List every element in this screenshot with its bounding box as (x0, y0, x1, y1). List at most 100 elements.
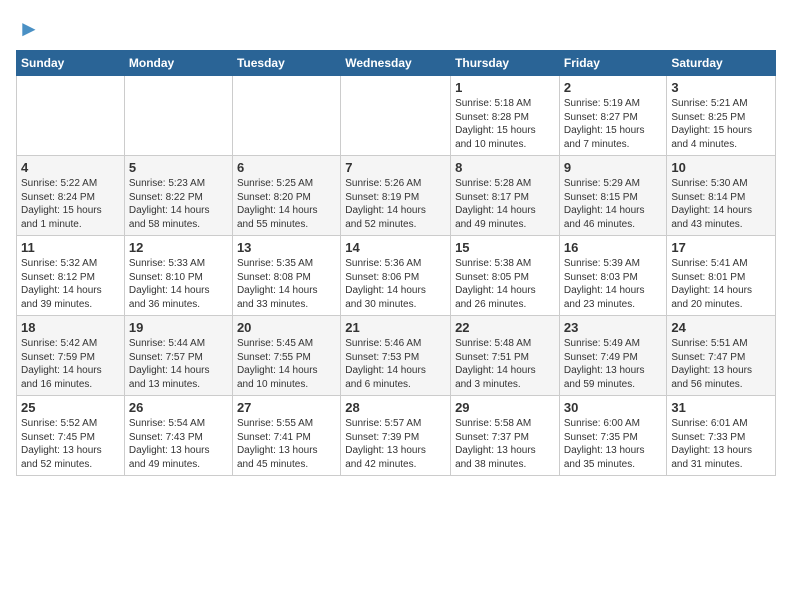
day-number: 14 (345, 240, 446, 255)
page-header: ► (16, 16, 776, 42)
day-number: 27 (237, 400, 336, 415)
day-number: 30 (564, 400, 663, 415)
day-number: 8 (455, 160, 555, 175)
day-info: Sunrise: 5:44 AM Sunset: 7:57 PM Dayligh… (129, 337, 228, 391)
day-info: Sunrise: 5:42 AM Sunset: 7:59 PM Dayligh… (21, 337, 120, 391)
day-cell: 2 Sunrise: 5:19 AM Sunset: 8:27 PM Daylig… (559, 76, 667, 156)
day-info: Sunrise: 5:19 AM Sunset: 8:27 PM Dayligh… (564, 97, 663, 151)
day-number: 15 (455, 240, 555, 255)
day-info: Sunrise: 5:39 AM Sunset: 8:03 PM Dayligh… (564, 257, 663, 311)
day-info: Sunrise: 5:36 AM Sunset: 8:06 PM Dayligh… (345, 257, 446, 311)
logo-arrow-icon: ► (18, 16, 40, 42)
day-info: Sunrise: 5:48 AM Sunset: 7:51 PM Dayligh… (455, 337, 555, 391)
day-info: Sunrise: 5:41 AM Sunset: 8:01 PM Dayligh… (671, 257, 771, 311)
day-cell: 28 Sunrise: 5:57 AM Sunset: 7:39 PM Dayli… (341, 396, 451, 476)
calendar-table: SundayMondayTuesdayWednesdayThursdayFrid… (16, 50, 776, 476)
day-cell: 18 Sunrise: 5:42 AM Sunset: 7:59 PM Dayli… (17, 316, 125, 396)
day-info: Sunrise: 5:33 AM Sunset: 8:10 PM Dayligh… (129, 257, 228, 311)
day-cell: 8 Sunrise: 5:28 AM Sunset: 8:17 PM Daylig… (451, 156, 560, 236)
day-cell: 25 Sunrise: 5:52 AM Sunset: 7:45 PM Dayli… (17, 396, 125, 476)
day-info: Sunrise: 6:00 AM Sunset: 7:35 PM Dayligh… (564, 417, 663, 471)
weekday-header-wednesday: Wednesday (341, 51, 451, 76)
day-number: 12 (129, 240, 228, 255)
day-number: 29 (455, 400, 555, 415)
weekday-header-saturday: Saturday (667, 51, 776, 76)
day-info: Sunrise: 6:01 AM Sunset: 7:33 PM Dayligh… (671, 417, 771, 471)
weekday-header-tuesday: Tuesday (232, 51, 340, 76)
day-info: Sunrise: 5:57 AM Sunset: 7:39 PM Dayligh… (345, 417, 446, 471)
day-number: 18 (21, 320, 120, 335)
day-info: Sunrise: 5:29 AM Sunset: 8:15 PM Dayligh… (564, 177, 663, 231)
day-info: Sunrise: 5:21 AM Sunset: 8:25 PM Dayligh… (671, 97, 771, 151)
day-info: Sunrise: 5:58 AM Sunset: 7:37 PM Dayligh… (455, 417, 555, 471)
day-number: 17 (671, 240, 771, 255)
day-number: 22 (455, 320, 555, 335)
day-cell: 3 Sunrise: 5:21 AM Sunset: 8:25 PM Daylig… (667, 76, 776, 156)
day-cell: 13 Sunrise: 5:35 AM Sunset: 8:08 PM Dayli… (232, 236, 340, 316)
day-cell: 23 Sunrise: 5:49 AM Sunset: 7:49 PM Dayli… (559, 316, 667, 396)
day-number: 19 (129, 320, 228, 335)
day-cell: 19 Sunrise: 5:44 AM Sunset: 7:57 PM Dayli… (124, 316, 232, 396)
day-number: 28 (345, 400, 446, 415)
week-row-4: 18 Sunrise: 5:42 AM Sunset: 7:59 PM Dayli… (17, 316, 776, 396)
day-cell: 30 Sunrise: 6:00 AM Sunset: 7:35 PM Dayli… (559, 396, 667, 476)
weekday-header-row: SundayMondayTuesdayWednesdayThursdayFrid… (17, 51, 776, 76)
day-cell: 9 Sunrise: 5:29 AM Sunset: 8:15 PM Daylig… (559, 156, 667, 236)
day-cell: 24 Sunrise: 5:51 AM Sunset: 7:47 PM Dayli… (667, 316, 776, 396)
day-info: Sunrise: 5:28 AM Sunset: 8:17 PM Dayligh… (455, 177, 555, 231)
day-number: 24 (671, 320, 771, 335)
day-cell (124, 76, 232, 156)
day-cell: 21Sunrise: 5:46 AM Sunset: 7:53 PM Dayli… (341, 316, 451, 396)
weekday-header-thursday: Thursday (451, 51, 560, 76)
week-row-2: 4Sunrise: 5:22 AM Sunset: 8:24 PM Daylig… (17, 156, 776, 236)
day-cell: 12 Sunrise: 5:33 AM Sunset: 8:10 PM Dayli… (124, 236, 232, 316)
day-info: Sunrise: 5:51 AM Sunset: 7:47 PM Dayligh… (671, 337, 771, 391)
day-cell: 16 Sunrise: 5:39 AM Sunset: 8:03 PM Dayli… (559, 236, 667, 316)
day-cell: 11Sunrise: 5:32 AM Sunset: 8:12 PM Dayli… (17, 236, 125, 316)
day-cell: 31 Sunrise: 6:01 AM Sunset: 7:33 PM Dayli… (667, 396, 776, 476)
day-cell: 27 Sunrise: 5:55 AM Sunset: 7:41 PM Dayli… (232, 396, 340, 476)
day-cell: 7Sunrise: 5:26 AM Sunset: 8:19 PM Daylig… (341, 156, 451, 236)
day-info: Sunrise: 5:23 AM Sunset: 8:22 PM Dayligh… (129, 177, 228, 231)
day-number: 4 (21, 160, 120, 175)
day-number: 9 (564, 160, 663, 175)
day-number: 25 (21, 400, 120, 415)
day-cell: 1Sunrise: 5:18 AM Sunset: 8:28 PM Daylig… (451, 76, 560, 156)
day-number: 6 (237, 160, 336, 175)
day-cell: 17 Sunrise: 5:41 AM Sunset: 8:01 PM Dayli… (667, 236, 776, 316)
day-cell: 5 Sunrise: 5:23 AM Sunset: 8:22 PM Daylig… (124, 156, 232, 236)
day-number: 3 (671, 80, 771, 95)
day-info: Sunrise: 5:55 AM Sunset: 7:41 PM Dayligh… (237, 417, 336, 471)
day-number: 11 (21, 240, 120, 255)
day-info: Sunrise: 5:46 AM Sunset: 7:53 PM Dayligh… (345, 337, 446, 391)
day-info: Sunrise: 5:18 AM Sunset: 8:28 PM Dayligh… (455, 97, 555, 151)
calendar-header: SundayMondayTuesdayWednesdayThursdayFrid… (17, 51, 776, 76)
day-number: 13 (237, 240, 336, 255)
day-number: 10 (671, 160, 771, 175)
day-number: 20 (237, 320, 336, 335)
day-number: 26 (129, 400, 228, 415)
day-number: 23 (564, 320, 663, 335)
day-info: Sunrise: 5:25 AM Sunset: 8:20 PM Dayligh… (237, 177, 336, 231)
day-cell: 14 Sunrise: 5:36 AM Sunset: 8:06 PM Dayli… (341, 236, 451, 316)
day-cell (232, 76, 340, 156)
day-number: 5 (129, 160, 228, 175)
day-info: Sunrise: 5:52 AM Sunset: 7:45 PM Dayligh… (21, 417, 120, 471)
day-info: Sunrise: 5:54 AM Sunset: 7:43 PM Dayligh… (129, 417, 228, 471)
day-cell: 10Sunrise: 5:30 AM Sunset: 8:14 PM Dayli… (667, 156, 776, 236)
weekday-header-monday: Monday (124, 51, 232, 76)
day-info: Sunrise: 5:45 AM Sunset: 7:55 PM Dayligh… (237, 337, 336, 391)
day-cell: 22 Sunrise: 5:48 AM Sunset: 7:51 PM Dayli… (451, 316, 560, 396)
day-cell: 20 Sunrise: 5:45 AM Sunset: 7:55 PM Dayli… (232, 316, 340, 396)
day-number: 16 (564, 240, 663, 255)
calendar-body: 1Sunrise: 5:18 AM Sunset: 8:28 PM Daylig… (17, 76, 776, 476)
day-number: 31 (671, 400, 771, 415)
day-info: Sunrise: 5:49 AM Sunset: 7:49 PM Dayligh… (564, 337, 663, 391)
weekday-header-friday: Friday (559, 51, 667, 76)
day-cell: 29 Sunrise: 5:58 AM Sunset: 7:37 PM Dayli… (451, 396, 560, 476)
day-cell: 4Sunrise: 5:22 AM Sunset: 8:24 PM Daylig… (17, 156, 125, 236)
weekday-header-sunday: Sunday (17, 51, 125, 76)
day-info: Sunrise: 5:26 AM Sunset: 8:19 PM Dayligh… (345, 177, 446, 231)
day-info: Sunrise: 5:35 AM Sunset: 8:08 PM Dayligh… (237, 257, 336, 311)
day-number: 2 (564, 80, 663, 95)
